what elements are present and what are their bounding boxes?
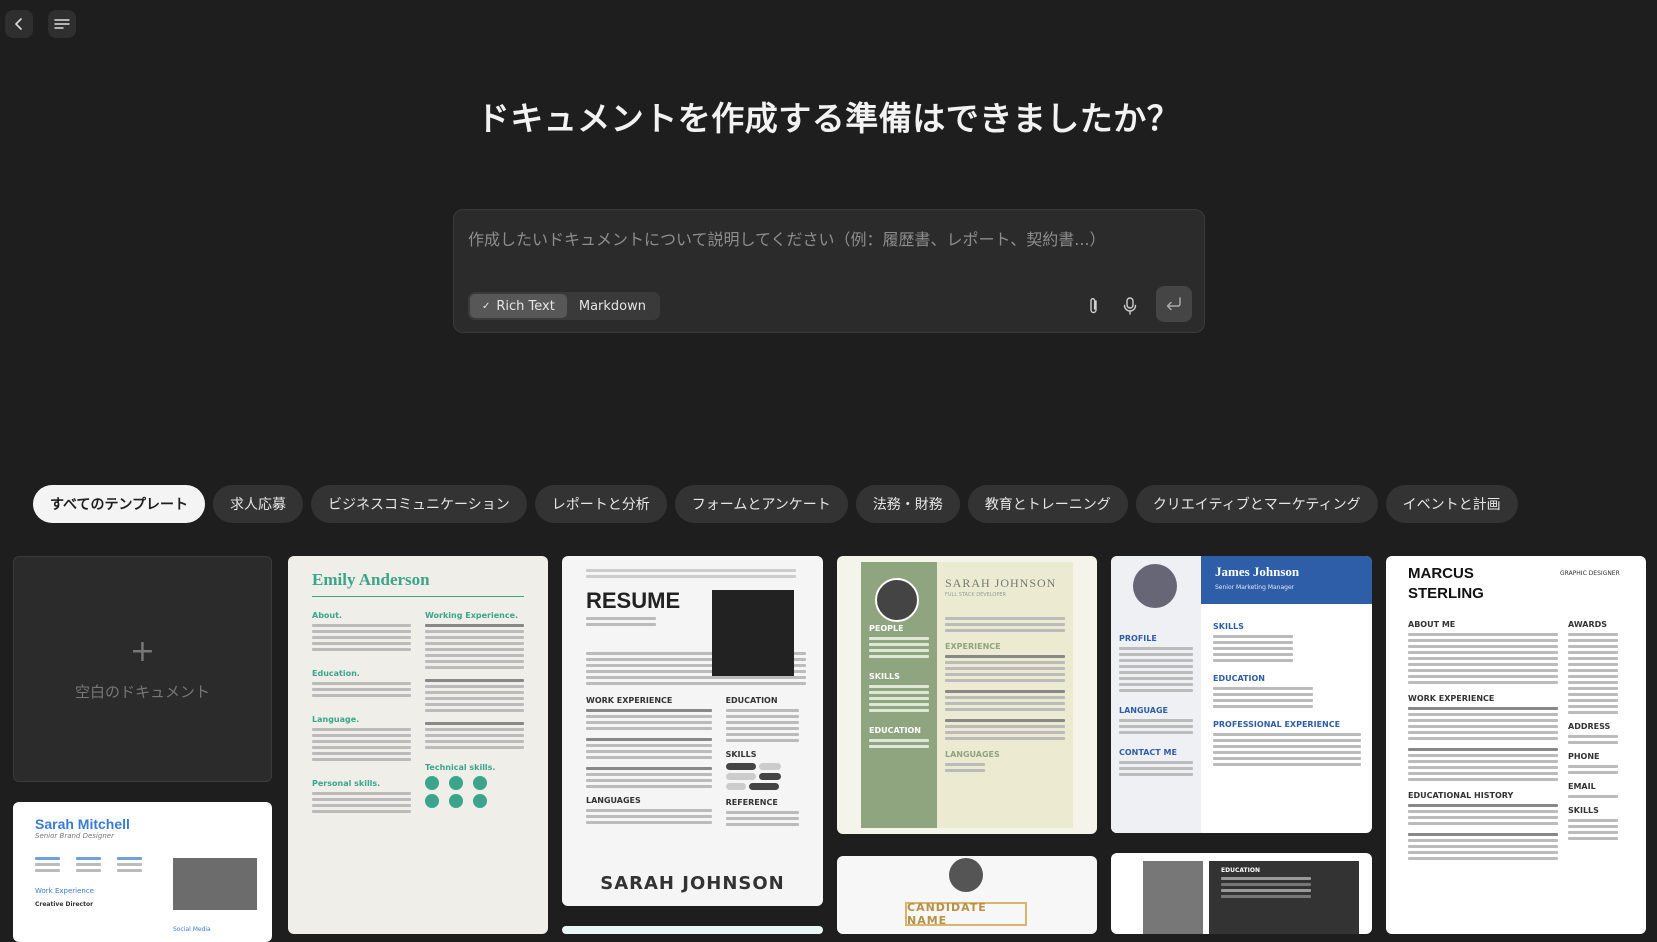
menu-button[interactable] [48,10,76,38]
template-role: Senior Marketing Manager [1215,584,1295,591]
template-section-personal: Personal skills. [312,779,381,788]
blank-document-label: 空白のドキュメント [74,682,210,701]
template-section-experience: PROFESSIONAL EXPERIENCE [1213,720,1341,729]
enter-arrow-icon [1166,297,1181,311]
page-title: ドキュメントを作成する準備はできましたか？ [476,99,1181,138]
avatar [1133,564,1177,608]
template-section-skills: SKILLS [1213,622,1244,631]
template-card-sarah-johnson[interactable]: PEOPLE SKILLS EDUCATION SARAH JOHNSON FU… [837,556,1097,834]
send-button[interactable] [1156,286,1192,322]
template-name: Emily Anderson [312,570,430,589]
template-card-james-johnson[interactable]: PROFILE LANGUAGE CONTACT ME James Johnso… [1111,556,1372,833]
template-role: FULL STACK DEVELOPER [945,592,1007,598]
chip-events-planning[interactable]: イベントと計画 [1385,485,1518,523]
template-section-languages: LANGUAGES [586,796,641,805]
format-markdown-option[interactable]: Markdown [567,294,658,318]
template-section-work: WORK EXPERIENCE [586,696,673,705]
chip-creative-marketing[interactable]: クリエイティブとマーケティング [1135,485,1378,523]
template-section-work: WORK EXPERIENCE [1408,694,1495,703]
template-section-education: EDUCATIONAL HISTORY [1408,791,1514,800]
template-section-education: EDUCATION [725,696,778,705]
template-section-education: EDUCATION [1213,674,1265,683]
template-section-email: EMAIL [1568,782,1596,791]
template-card-emily-anderson[interactable]: Emily Anderson About. Education. Languag… [288,556,548,934]
category-filter-bar: すべてのテンプレート 求人応募 ビジネスコミュニケーション レポートと分析 フォ… [33,485,1518,523]
microphone-button[interactable] [1118,294,1142,318]
template-section-address: ADDRESS [1568,722,1611,731]
template-card-sarah-mitchell[interactable]: Sarah Mitchell Senior Brand Designer Wor… [13,802,272,942]
chip-legal-finance[interactable]: 法務・財務 [855,485,960,523]
template-section-phone: PHONE [1568,752,1600,761]
template-card-candidate[interactable]: CANDIDATE NAME [837,856,1097,934]
template-section-contact: CONTACT ME [1119,748,1177,757]
template-name: SARAH JOHNSON [945,576,1057,590]
portrait-image [712,590,794,676]
template-section-skills: SKILLS [869,672,900,681]
chip-business-communication[interactable]: ビジネスコミュニケーション [311,485,527,523]
template-section-awards: AWARDS [1568,620,1608,629]
format-markdown-label: Markdown [578,298,646,314]
template-section-profile: PROFILE [1119,634,1157,643]
menu-icon [54,19,70,29]
template-section-skills: SKILLS [725,750,757,759]
template-name: James Johnson [1215,564,1300,579]
template-card-partial[interactable] [562,926,823,934]
chip-reports-analysis[interactable]: レポートと分析 [534,485,667,523]
portrait-image [1143,861,1203,934]
back-button[interactable] [5,10,33,38]
template-section-social: Social Media [173,926,211,933]
portrait-image [173,858,257,910]
blank-document-card[interactable]: + 空白のドキュメント [13,556,272,782]
chip-job-application[interactable]: 求人応募 [213,485,304,523]
composer: ✓ Rich Text Markdown [453,209,1205,333]
chevron-left-icon [14,18,22,30]
format-toggle: ✓ Rich Text Markdown [468,292,660,320]
template-name: Sarah Mitchell [35,816,130,832]
prompt-input[interactable] [468,226,1188,266]
attach-button[interactable] [1082,294,1106,318]
template-section-education: EDUCATION [869,726,921,735]
template-card-education[interactable]: EDUCATION [1111,853,1372,934]
microphone-icon [1123,297,1137,315]
template-section-skills: SKILLS [1568,806,1599,815]
template-card-resume[interactable]: RESUME WORK EXPERIENCE LANGUAGES EDUCATI… [562,556,823,906]
template-section-work: Working Experience. [425,611,519,620]
template-footer-name: SARAH JOHNSON [600,873,785,894]
check-icon: ✓ [482,300,491,312]
chip-all-templates[interactable]: すべてのテンプレート [33,485,206,523]
avatar [875,578,919,622]
template-role: Senior Brand Designer [35,832,114,840]
template-section-experience: EXPERIENCE [945,642,1001,651]
paperclip-icon [1090,298,1097,314]
template-role: GRAPHIC DESIGNER [1560,570,1620,577]
template-section-education: Education. [312,669,360,678]
template-section-language: Language. [312,715,360,724]
template-section-people: PEOPLE [869,624,904,633]
template-section-about: About. [312,611,342,620]
template-section-languages: LANGUAGES [945,750,1000,759]
template-section-about: ABOUT ME [1408,620,1456,629]
chip-education-training[interactable]: 教育とトレーニング [967,485,1128,523]
format-rich-text-option[interactable]: ✓ Rich Text [470,294,567,318]
template-name: CANDIDATE NAME [905,901,1027,927]
format-rich-text-label: Rich Text [496,298,555,314]
template-section-technical: Technical skills. [425,763,496,772]
plus-icon: + [129,633,156,669]
template-section-education: EDUCATION [1221,867,1260,874]
avatar [949,858,983,892]
template-card-marcus-sterling[interactable]: MARCUS STERLING GRAPHIC DESIGNER ABOUT M… [1386,556,1646,934]
chip-forms-surveys[interactable]: フォームとアンケート [674,485,848,523]
template-section-language: LANGUAGE [1119,706,1169,715]
template-section-reference: REFERENCE [725,798,778,807]
